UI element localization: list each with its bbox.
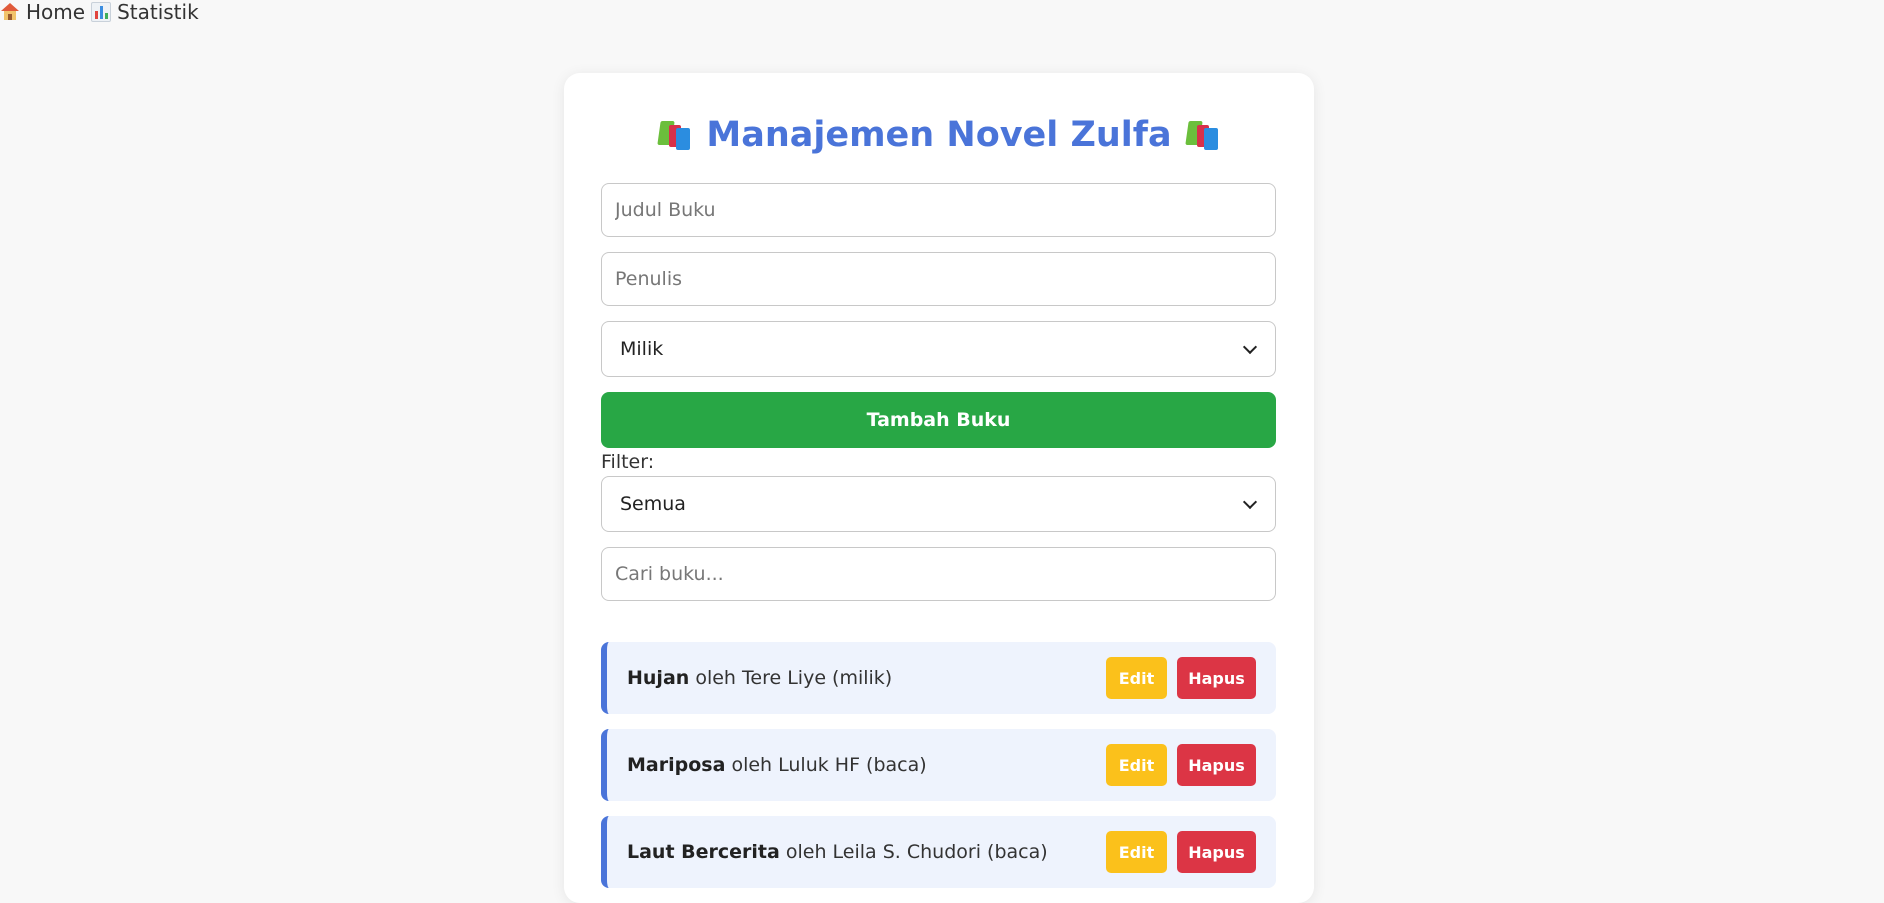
page-title: Manajemen Novel Zulfa bbox=[564, 115, 1314, 155]
nav-statistik-label: Statistik bbox=[117, 0, 199, 24]
books-icon bbox=[1184, 119, 1220, 151]
edit-button[interactable]: Edit bbox=[1106, 657, 1167, 699]
book-title: Mariposa bbox=[627, 754, 726, 776]
book-actions: Edit Hapus bbox=[1106, 744, 1256, 786]
book-title: Hujan bbox=[627, 667, 690, 689]
delete-button[interactable]: Hapus bbox=[1177, 744, 1256, 786]
book-text: Laut Bercerita oleh Leila S. Chudori (ba… bbox=[627, 841, 1048, 863]
book-text: Mariposa oleh Luluk HF (baca) bbox=[627, 754, 927, 776]
book-details: oleh Leila S. Chudori (baca) bbox=[785, 841, 1048, 863]
edit-button[interactable]: Edit bbox=[1106, 744, 1167, 786]
filter-select[interactable]: Semua bbox=[601, 476, 1276, 532]
author-input[interactable] bbox=[601, 252, 1276, 306]
main-card: Manajemen Novel Zulfa Milik Tambah Buku … bbox=[564, 73, 1314, 903]
nav-statistik-link[interactable]: Statistik bbox=[91, 0, 199, 24]
nav-home-link[interactable]: Home bbox=[0, 0, 85, 24]
book-title-input[interactable] bbox=[601, 183, 1276, 237]
nav-home-label: Home bbox=[26, 0, 86, 24]
chevron-down-icon bbox=[1242, 339, 1258, 354]
book-details: oleh Tere Liye (milik) bbox=[695, 667, 893, 689]
books-icon bbox=[657, 119, 692, 151]
book-details: oleh Luluk HF (baca) bbox=[731, 754, 927, 776]
book-text: Hujan oleh Tere Liye (milik) bbox=[627, 667, 892, 689]
add-book-button-label: Tambah Buku bbox=[866, 409, 1011, 431]
page-title-text: Manajemen Novel Zulfa bbox=[706, 115, 1172, 155]
book-actions: Edit Hapus bbox=[1106, 657, 1256, 699]
book-item: Laut Bercerita oleh Leila S. Chudori (ba… bbox=[601, 816, 1276, 888]
status-select[interactable]: Milik bbox=[601, 321, 1276, 377]
book-item: Mariposa oleh Luluk HF (baca) Edit Hapus bbox=[601, 729, 1276, 801]
house-icon bbox=[0, 2, 20, 22]
filter-select-value: Semua bbox=[620, 493, 686, 515]
status-select-value: Milik bbox=[620, 338, 664, 360]
search-input[interactable] bbox=[601, 547, 1276, 601]
add-book-button[interactable]: Tambah Buku bbox=[601, 392, 1276, 448]
delete-button[interactable]: Hapus bbox=[1177, 831, 1256, 873]
delete-button[interactable]: Hapus bbox=[1177, 657, 1256, 699]
chevron-down-icon bbox=[1242, 494, 1258, 509]
edit-button[interactable]: Edit bbox=[1106, 831, 1167, 873]
bar-chart-icon bbox=[91, 2, 112, 22]
book-item: Hujan oleh Tere Liye (milik) Edit Hapus bbox=[601, 642, 1276, 714]
top-nav: Home Statistik bbox=[0, 0, 205, 24]
book-title: Laut Bercerita bbox=[627, 841, 780, 863]
book-actions: Edit Hapus bbox=[1106, 831, 1256, 873]
filter-label: Filter: bbox=[601, 451, 655, 473]
